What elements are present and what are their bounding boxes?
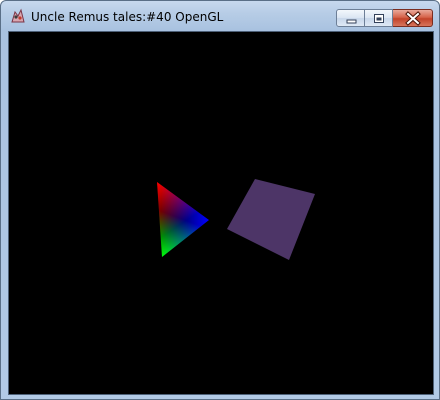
close-button[interactable] bbox=[393, 9, 433, 27]
application-window: Uncle Remus tales:#40 OpenGL bbox=[0, 0, 440, 400]
minimize-icon bbox=[346, 19, 357, 24]
color-triangle bbox=[157, 182, 209, 257]
purple-quad bbox=[227, 179, 315, 260]
maximize-icon bbox=[374, 14, 384, 23]
opengl-viewport[interactable] bbox=[8, 31, 434, 395]
application-icon[interactable] bbox=[9, 7, 27, 25]
close-icon bbox=[405, 11, 421, 26]
minimize-button[interactable] bbox=[336, 9, 365, 27]
maximize-button[interactable] bbox=[365, 9, 393, 27]
opengl-scene bbox=[157, 179, 315, 260]
title-bar[interactable]: Uncle Remus tales:#40 OpenGL bbox=[1, 1, 439, 30]
window-title: Uncle Remus tales:#40 OpenGL bbox=[31, 10, 224, 24]
